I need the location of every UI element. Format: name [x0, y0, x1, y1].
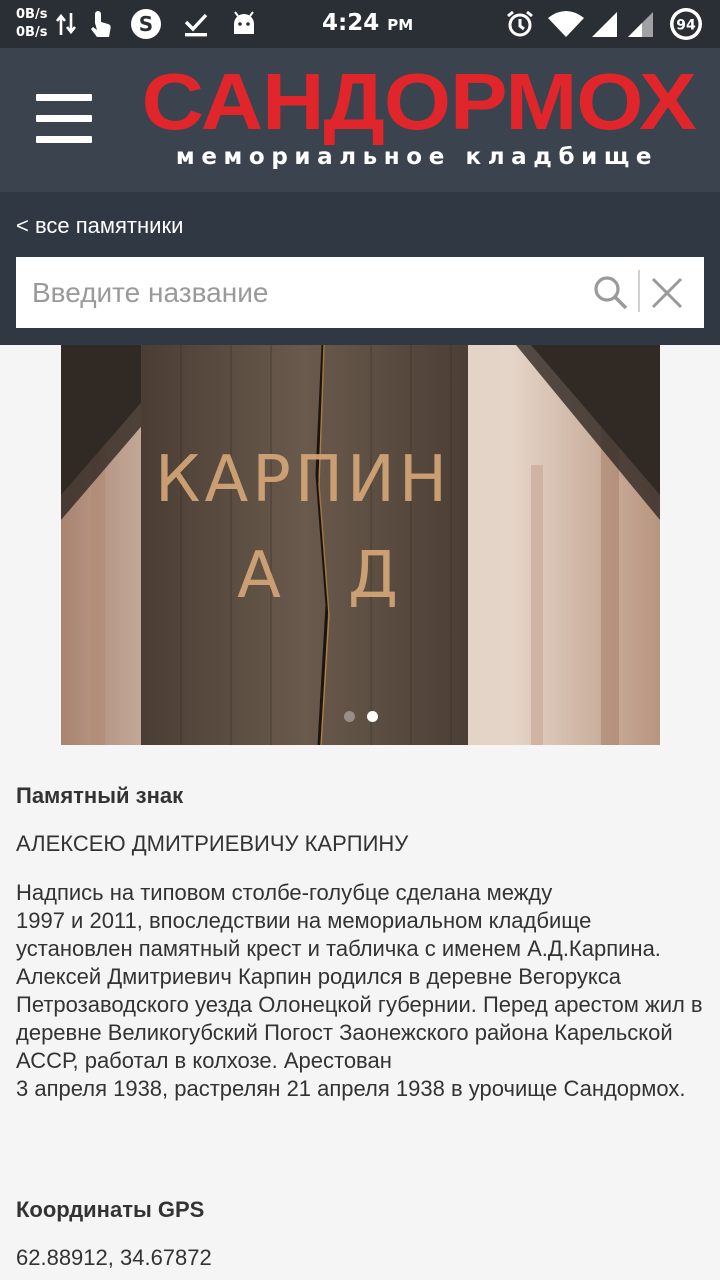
svg-text:S: S [139, 12, 153, 36]
search-input[interactable] [32, 257, 592, 328]
logo-subtitle: мемориальное кладбище [175, 144, 659, 170]
description-paragraph-2: Алексей Дмитриевич Карпин родился в дере… [16, 964, 703, 1101]
description-paragraph-1: Надпись на типовом столбе-голубце сделан… [16, 880, 661, 961]
search-divider [638, 270, 640, 312]
monument-name: АЛЕКСЕЮ ДМИТРИЕВИЧУ КАРПИНУ [16, 831, 409, 856]
menu-icon[interactable] [36, 94, 92, 144]
svg-text:КАРПИН: КАРПИН [155, 443, 451, 517]
signal-icon-2 [624, 8, 656, 40]
network-speed: 0B/s 0B/s [16, 6, 47, 42]
search-icon[interactable] [592, 274, 630, 312]
net-up-speed: 0B/s [16, 7, 48, 22]
gallery-dot-2[interactable] [366, 711, 378, 722]
clear-icon[interactable] [648, 274, 686, 312]
gps-value: 62.88912, 34.67872 [16, 1245, 212, 1270]
svg-text:Д: Д [348, 539, 398, 613]
download-done-icon [180, 8, 212, 40]
logo-title: САНДОРМОХ [141, 57, 697, 146]
status-bar: 0B/s 0B/s S 4:24 PM 94 [0, 0, 720, 48]
net-down-speed: 0B/s [16, 25, 48, 40]
wifi-icon [546, 8, 586, 40]
signal-icon [588, 8, 620, 40]
clock-time: 4:24 [322, 10, 380, 36]
data-transfer-icon [50, 8, 82, 40]
search-box [16, 257, 704, 328]
battery-icon: 94 [668, 6, 704, 42]
clock: 4:24 PM [322, 10, 413, 36]
back-to-all-monuments-link[interactable]: < все памятники [16, 213, 183, 239]
battery-level: 94 [676, 18, 696, 34]
touch-icon [84, 8, 116, 40]
android-icon [228, 8, 260, 40]
skype-icon: S [130, 8, 162, 40]
monument-photo-image: КАРПИН А Д [61, 345, 660, 745]
monument-type: Памятный знак [16, 783, 184, 808]
gps-heading: Координаты GPS [16, 1197, 205, 1222]
app-header: САНДОРМОХ мемориальное кладбище [0, 48, 720, 192]
monument-description: Надпись на типовом столбе-голубце сделан… [16, 879, 706, 1103]
monument-photo[interactable]: КАРПИН А Д [61, 345, 660, 745]
clock-ampm: PM [387, 16, 414, 34]
gallery-dot-1[interactable] [343, 711, 355, 722]
search-area: < все памятники [0, 192, 720, 345]
svg-text:А: А [237, 539, 281, 613]
gallery-pagination [61, 711, 660, 722]
alarm-icon [504, 8, 536, 40]
